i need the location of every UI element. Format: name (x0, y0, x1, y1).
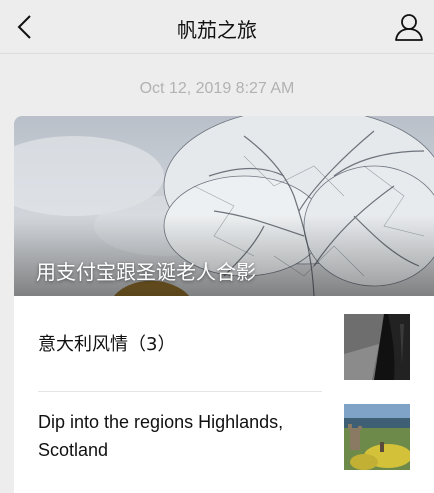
scottish-castle-thumbnail (344, 404, 410, 470)
user-profile-icon[interactable] (392, 10, 426, 44)
top-navigation-bar: 帆茄之旅 (0, 0, 434, 54)
article-list-item[interactable]: 意大利风情（3） (14, 296, 434, 392)
hero-article[interactable]: 用支付宝跟圣诞老人合影 (14, 116, 434, 296)
article-item-title: Dip into the regions Highlands, Scotland (38, 412, 284, 460)
message-timestamp: Oct 12, 2019 8:27 AM (139, 80, 295, 97)
article-card: 用支付宝跟圣诞老人合影 意大利风情（3） Dip into the region… (14, 116, 434, 493)
hero-article-title: 用支付宝跟圣诞老人合影 (36, 260, 256, 284)
article-item-title: 意大利风情（3） (38, 334, 176, 355)
article-list-item[interactable]: Dip into the regions Highlands, Scotland (14, 392, 434, 493)
dark-street-thumbnail (344, 314, 410, 380)
page-title: 帆茄之旅 (177, 18, 257, 42)
